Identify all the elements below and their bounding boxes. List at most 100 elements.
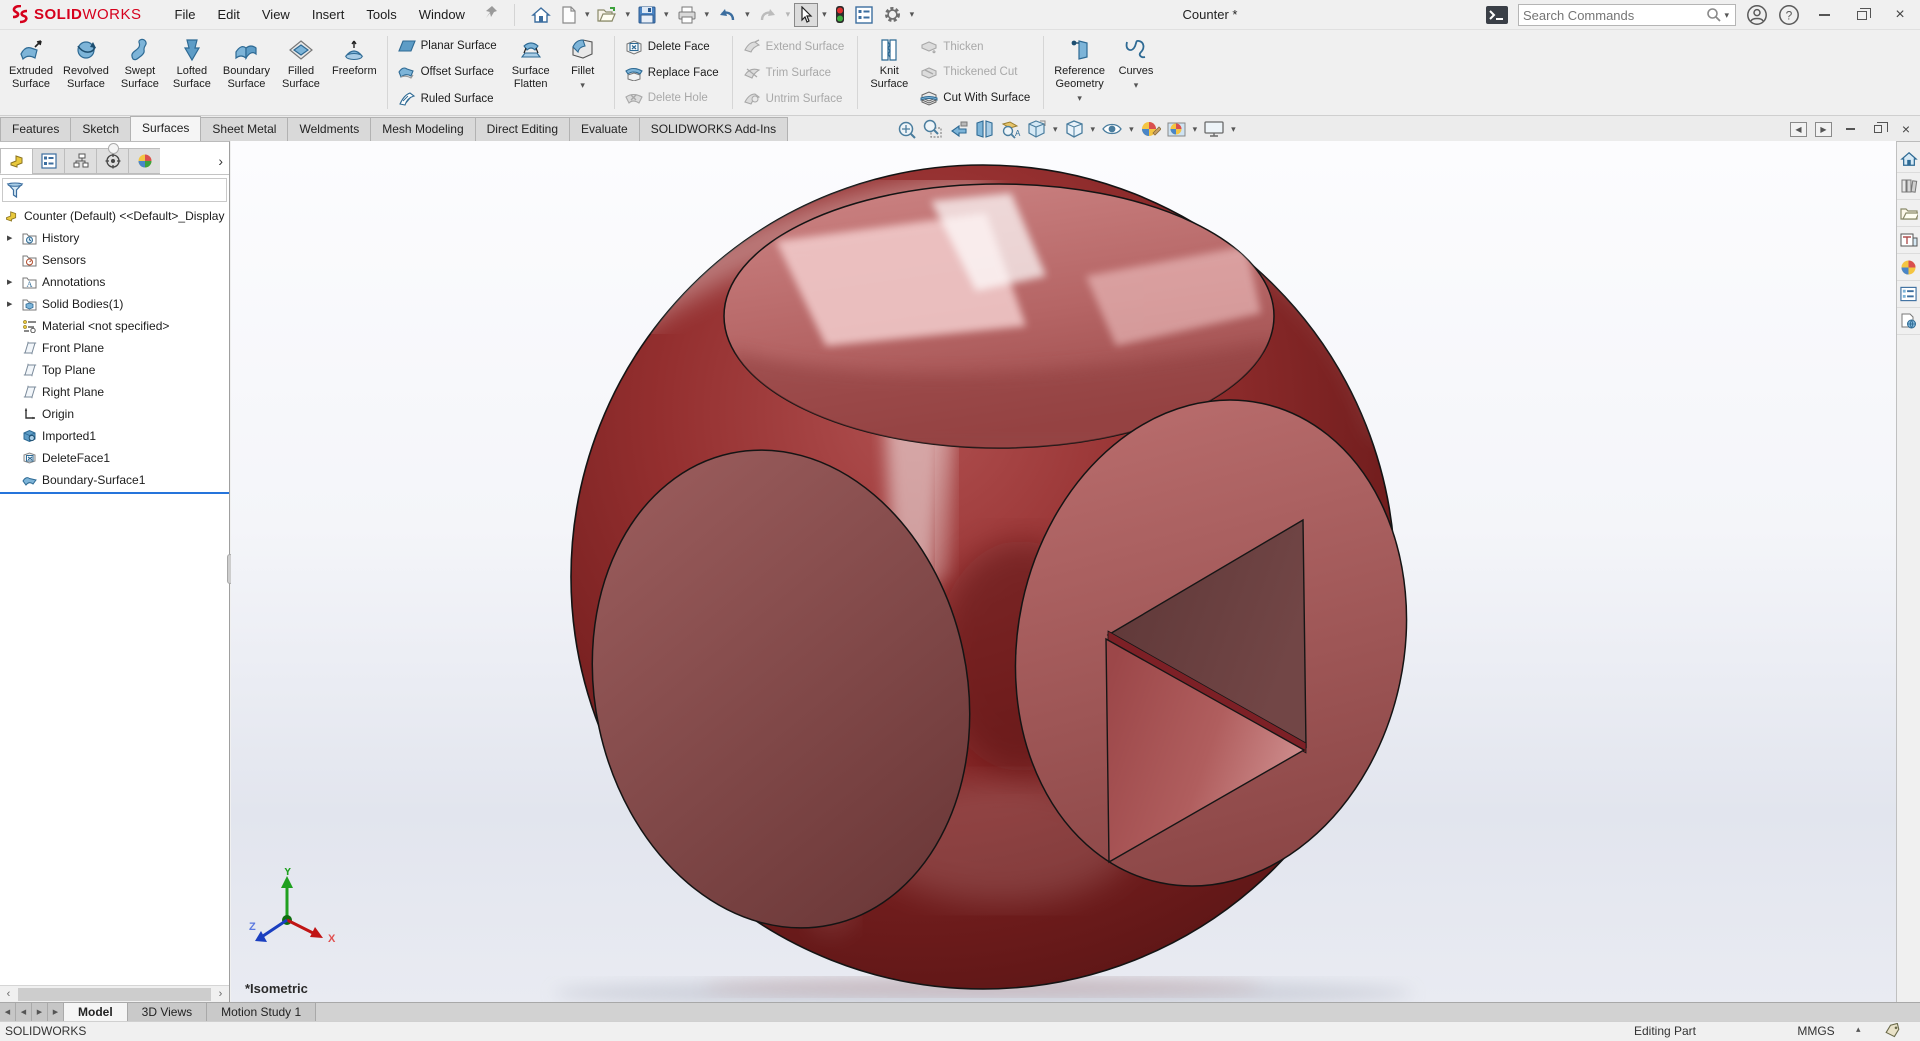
interference-light-icon[interactable] xyxy=(831,2,849,27)
tab-sheet-metal[interactable]: Sheet Metal xyxy=(200,117,288,141)
rollback-bar[interactable] xyxy=(0,492,229,494)
tree-item-annotations[interactable]: ▶ A Annotations xyxy=(0,271,229,293)
window-close-button[interactable]: × xyxy=(1886,3,1914,27)
tab-weldments[interactable]: Weldments xyxy=(287,117,371,141)
freeform-button[interactable]: Freeform xyxy=(327,32,382,113)
tab-scroll-last-icon[interactable]: ▶ xyxy=(48,1003,64,1021)
ruled-surface-button[interactable]: Ruled Surface xyxy=(395,89,503,108)
scroll-left-icon[interactable]: ‹ xyxy=(0,986,17,1003)
panel-collapse-button[interactable] xyxy=(108,143,119,154)
doc-restore-button[interactable] xyxy=(1868,117,1888,141)
tab-mesh-modeling[interactable]: Mesh Modeling xyxy=(370,117,475,141)
pane-forward-button[interactable]: ▶ xyxy=(1815,122,1832,137)
redo-button[interactable] xyxy=(754,3,782,27)
expander-icon[interactable]: ▶ xyxy=(7,278,12,286)
tree-item-sensors[interactable]: Sensors xyxy=(0,249,229,271)
menu-file[interactable]: File xyxy=(166,4,205,25)
tags-icon[interactable] xyxy=(1884,1023,1901,1041)
open-document-caret-icon[interactable]: ▾ xyxy=(623,9,632,20)
doc-close-button[interactable]: × xyxy=(1896,117,1916,141)
panel-tab-propertymanager[interactable] xyxy=(32,148,65,174)
tree-item-origin[interactable]: Origin xyxy=(0,403,229,425)
search-caret-icon[interactable]: ▾ xyxy=(1722,10,1731,21)
search-commands-input[interactable] xyxy=(1523,8,1706,23)
undo-button[interactable] xyxy=(713,3,741,27)
hide-show-items-icon[interactable] xyxy=(1100,118,1124,140)
doc-minimize-button[interactable] xyxy=(1840,117,1860,141)
view-palette-icon[interactable] xyxy=(1897,227,1920,254)
annotation-views-icon[interactable]: A xyxy=(999,118,1022,140)
tab-evaluate[interactable]: Evaluate xyxy=(569,117,640,141)
extruded-surface-button[interactable]: ExtrudedSurface xyxy=(4,32,58,113)
search-commands-box[interactable]: ▾ xyxy=(1518,4,1736,26)
revolved-surface-button[interactable]: RevolvedSurface xyxy=(58,32,114,113)
view-settings-caret-icon[interactable]: ▾ xyxy=(1229,124,1238,135)
reference-geometry-button[interactable]: ReferenceGeometry ▾ xyxy=(1049,32,1110,113)
delete-face-button[interactable]: Delete Face xyxy=(622,37,725,57)
tab-direct-editing[interactable]: Direct Editing xyxy=(475,117,570,141)
curves-caret-icon[interactable]: ▾ xyxy=(1134,80,1139,91)
tab-sketch[interactable]: Sketch xyxy=(70,117,131,141)
pane-back-button[interactable]: ◀ xyxy=(1790,122,1807,137)
scrollbar-thumb[interactable] xyxy=(18,988,211,1001)
help-icon[interactable]: ? xyxy=(1778,4,1800,26)
status-units-selector[interactable]: MMGS xyxy=(1786,1024,1846,1038)
hide-show-items-caret-icon[interactable]: ▾ xyxy=(1127,124,1136,135)
tree-item-imported1[interactable]: Imported1 xyxy=(0,425,229,447)
resources-home-icon[interactable] xyxy=(1897,146,1920,173)
select-tool-button[interactable] xyxy=(794,3,818,27)
tab-motion-study-1[interactable]: Motion Study 1 xyxy=(207,1003,316,1021)
curves-button[interactable]: Curves ▾ xyxy=(1110,32,1162,113)
display-style-caret-icon[interactable]: ▾ xyxy=(1089,124,1098,135)
tab-3d-views[interactable]: 3D Views xyxy=(128,1003,207,1021)
boundary-surface-button[interactable]: BoundarySurface xyxy=(218,32,275,113)
edit-appearance-icon[interactable] xyxy=(1139,118,1162,140)
lofted-surface-button[interactable]: LoftedSurface xyxy=(166,32,218,113)
new-document-button[interactable] xyxy=(557,3,581,27)
panel-tab-configurationmanager[interactable] xyxy=(64,148,97,174)
save-button[interactable] xyxy=(634,3,660,27)
window-restore-button[interactable] xyxy=(1848,3,1876,27)
menu-tools[interactable]: Tools xyxy=(357,4,405,25)
design-library-icon[interactable] xyxy=(1897,173,1920,200)
new-document-caret-icon[interactable]: ▾ xyxy=(583,9,592,20)
tab-features[interactable]: Features xyxy=(0,117,71,141)
file-explorer-icon[interactable] xyxy=(1897,200,1920,227)
select-tool-caret-icon[interactable]: ▾ xyxy=(820,9,829,20)
menu-edit[interactable]: Edit xyxy=(208,4,248,25)
panel-tabs-more-icon[interactable]: › xyxy=(160,148,229,174)
menu-insert[interactable]: Insert xyxy=(303,4,354,25)
scroll-right-icon[interactable]: › xyxy=(212,986,229,1003)
view-orientation-caret-icon[interactable]: ▾ xyxy=(1051,124,1060,135)
tree-item-boundary-surface1[interactable]: Boundary-Surface1 xyxy=(0,469,229,491)
reference-geometry-caret-icon[interactable]: ▾ xyxy=(1077,93,1082,104)
menu-view[interactable]: View xyxy=(253,4,299,25)
forum-icon[interactable] xyxy=(1897,308,1920,335)
surface-flatten-button[interactable]: SurfaceFlatten xyxy=(505,32,557,113)
tree-item-right-plane[interactable]: Right Plane xyxy=(0,381,229,403)
tab-scroll-next-icon[interactable]: ▶ xyxy=(32,1003,48,1021)
filled-surface-button[interactable]: FilledSurface xyxy=(275,32,327,113)
tab-scroll-prev-icon[interactable]: ◀ xyxy=(16,1003,32,1021)
fillet-button[interactable]: Fillet ▾ xyxy=(557,32,609,113)
tab-solidworks-add-ins[interactable]: SOLIDWORKS Add-Ins xyxy=(639,117,788,141)
appearances-scenes-icon[interactable] xyxy=(1897,254,1920,281)
options-caret-icon[interactable]: ▾ xyxy=(908,9,917,20)
section-view-icon[interactable] xyxy=(973,118,996,140)
print-button[interactable] xyxy=(673,3,701,27)
tree-item-front-plane[interactable]: Front Plane xyxy=(0,337,229,359)
offset-surface-button[interactable]: Offset Surface xyxy=(395,63,503,82)
knit-surface-button[interactable]: KnitSurface xyxy=(863,32,915,113)
pin-menu-icon[interactable] xyxy=(484,5,498,24)
tree-item-deleteface1[interactable]: DeleteFace1 xyxy=(0,447,229,469)
undo-caret-icon[interactable]: ▾ xyxy=(743,9,752,20)
display-style-icon[interactable] xyxy=(1063,118,1086,140)
panel-tab-featuremanager[interactable] xyxy=(0,148,33,174)
view-settings-icon[interactable] xyxy=(1202,118,1226,140)
tree-item-top-plane[interactable]: Top Plane xyxy=(0,359,229,381)
tab-surfaces[interactable]: Surfaces xyxy=(130,116,201,141)
tab-model[interactable]: Model xyxy=(64,1003,128,1021)
view-orientation-icon[interactable] xyxy=(1025,118,1048,140)
print-caret-icon[interactable]: ▾ xyxy=(703,9,712,20)
expander-icon[interactable]: ▶ xyxy=(7,300,12,308)
